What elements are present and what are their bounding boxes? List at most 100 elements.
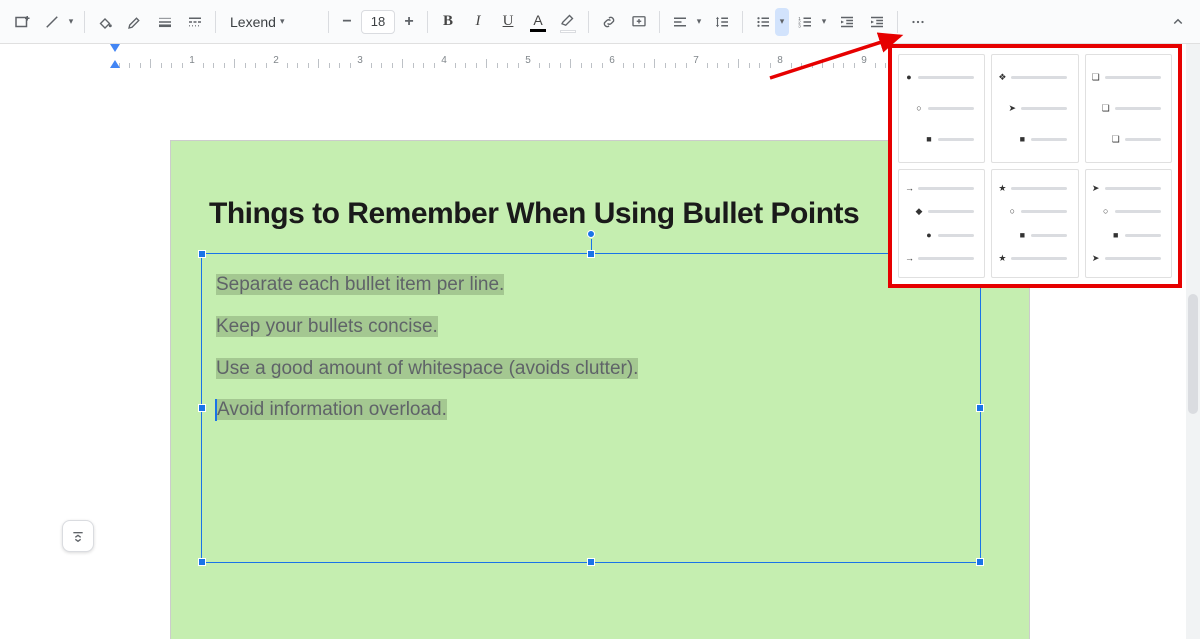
bullet-style-option[interactable]: ❖ ➤ ■ xyxy=(991,54,1078,163)
bullet-style-option[interactable]: ➤ ○ ■ ➤ xyxy=(1085,169,1172,278)
bullet-style-grid: ●○■❖➤■❏❏❏→◆●→★○■★➤○■➤ xyxy=(898,54,1172,278)
ruler-number: 5 xyxy=(525,55,531,66)
border-color-icon[interactable] xyxy=(121,8,149,36)
insert-comment-button[interactable] xyxy=(625,8,653,36)
toolbar: ▾ Lexend ▾ − + B I U A ▾ xyxy=(0,0,1200,44)
bullet-mark-icon: ➤ xyxy=(1092,184,1100,193)
body-text[interactable]: Separate each bullet item per line. Keep… xyxy=(202,254,980,441)
bullet-mark-icon: ➤ xyxy=(1092,254,1100,263)
separator xyxy=(427,11,428,33)
resize-handle-e[interactable] xyxy=(976,404,984,412)
resize-handle-n[interactable] xyxy=(587,250,595,258)
bullet-mark-icon: → xyxy=(905,184,913,193)
insert-link-button[interactable] xyxy=(595,8,623,36)
rotate-handle[interactable] xyxy=(587,230,595,238)
highlight-color-button[interactable] xyxy=(554,8,582,36)
bullet-mark-icon: ○ xyxy=(1102,207,1110,216)
font-family-select[interactable]: Lexend ▾ xyxy=(222,8,322,36)
bullet-mark-icon: ❏ xyxy=(1102,104,1110,113)
bullet-style-option[interactable]: ★○■★ xyxy=(991,169,1078,278)
bullet-mark-icon: ● xyxy=(905,73,913,82)
font-size-group: − + xyxy=(335,8,421,36)
separator xyxy=(84,11,85,33)
ruler-number: 1 xyxy=(189,55,195,66)
chevron-down-icon: ▾ xyxy=(280,16,294,27)
separator xyxy=(659,11,660,33)
ruler-number: 6 xyxy=(609,55,615,66)
border-dash-icon[interactable] xyxy=(181,8,209,36)
decrease-indent-button[interactable] xyxy=(833,8,861,36)
bullet-mark-icon: ➤ xyxy=(1008,104,1016,113)
bullet-mark-icon: ■ xyxy=(925,135,933,144)
bullet-mark-icon: ❖ xyxy=(998,73,1006,82)
line-tool-dropdown[interactable]: ▾ xyxy=(64,8,78,36)
resize-handle-se[interactable] xyxy=(976,558,984,566)
ruler-number: 8 xyxy=(777,55,783,66)
ruler-number: 4 xyxy=(441,55,447,66)
bullet-mark-icon: ★ xyxy=(998,184,1006,193)
app-root: ▾ Lexend ▾ − + B I U A ▾ xyxy=(0,0,1200,639)
font-size-decrease-button[interactable]: − xyxy=(335,8,359,36)
bullet-mark-icon: ● xyxy=(925,231,933,240)
align-button[interactable] xyxy=(666,8,694,36)
line-tool-button[interactable] xyxy=(38,8,66,36)
bullet-mark-icon: ○ xyxy=(915,104,923,113)
bullet-mark-icon: ■ xyxy=(1018,135,1026,144)
separator xyxy=(897,11,898,33)
slide-title[interactable]: Things to Remember When Using Bullet Poi… xyxy=(209,197,859,231)
speaker-notes-toggle[interactable] xyxy=(62,520,94,552)
line-spacing-button[interactable] xyxy=(708,8,736,36)
underline-button[interactable]: U xyxy=(494,8,522,36)
body-line: Avoid information overload. xyxy=(217,399,447,420)
ruler-number: 7 xyxy=(693,55,699,66)
increase-indent-button[interactable] xyxy=(863,8,891,36)
font-family-label: Lexend xyxy=(230,14,276,30)
bulleted-list-button[interactable] xyxy=(749,8,777,36)
bullet-mark-icon: → xyxy=(905,254,913,263)
numbered-list-button[interactable]: 123 xyxy=(791,8,819,36)
bullet-mark-icon: ❏ xyxy=(1092,73,1100,82)
align-dropdown[interactable]: ▾ xyxy=(692,8,706,36)
body-textbox[interactable]: Separate each bullet item per line. Keep… xyxy=(201,253,981,563)
bullet-style-option[interactable]: ❏ ❏ ❏ xyxy=(1085,54,1172,163)
bullet-mark-icon: ❏ xyxy=(1112,135,1120,144)
font-size-input[interactable] xyxy=(361,10,395,34)
bullet-mark-icon: ◆ xyxy=(915,207,923,216)
border-weight-icon[interactable] xyxy=(151,8,179,36)
more-options-button[interactable] xyxy=(904,8,932,36)
separator xyxy=(588,11,589,33)
svg-text:3: 3 xyxy=(798,23,801,28)
bullet-style-option[interactable]: → ◆ ● → xyxy=(898,169,985,278)
italic-button[interactable]: I xyxy=(464,8,492,36)
new-slide-button[interactable] xyxy=(8,8,36,36)
bulleted-list-dropdown[interactable]: ▾ xyxy=(775,8,789,36)
separator xyxy=(328,11,329,33)
vertical-scrollbar[interactable] xyxy=(1186,44,1200,639)
body-line: Use a good amount of whitespace (avoids … xyxy=(216,358,638,379)
bullet-style-dropdown-callout: ●○■❖➤■❏❏❏→◆●→★○■★➤○■➤ xyxy=(888,44,1182,288)
paint-bucket-icon[interactable] xyxy=(91,8,119,36)
bold-button[interactable]: B xyxy=(434,8,462,36)
body-line: Separate each bullet item per line. xyxy=(216,274,504,295)
bullet-mark-icon: ■ xyxy=(1112,231,1120,240)
separator xyxy=(742,11,743,33)
body-line: Keep your bullets concise. xyxy=(216,316,438,337)
resize-handle-s[interactable] xyxy=(587,558,595,566)
first-line-indent-marker[interactable] xyxy=(110,44,120,52)
resize-handle-nw[interactable] xyxy=(198,250,206,258)
bullet-mark-icon: ○ xyxy=(1008,207,1016,216)
ruler-number: 3 xyxy=(357,55,363,66)
separator xyxy=(215,11,216,33)
text-color-button[interactable]: A xyxy=(524,8,552,36)
font-size-increase-button[interactable]: + xyxy=(397,8,421,36)
bullet-style-option[interactable]: ● ○ ■ xyxy=(898,54,985,163)
scrollbar-thumb[interactable] xyxy=(1188,294,1198,414)
resize-handle-sw[interactable] xyxy=(198,558,206,566)
ruler-number: 2 xyxy=(273,55,279,66)
ruler-number: 9 xyxy=(861,55,867,66)
collapse-toolbar-button[interactable] xyxy=(1164,8,1192,36)
bullet-mark-icon: ■ xyxy=(1018,231,1026,240)
resize-handle-w[interactable] xyxy=(198,404,206,412)
numbered-list-dropdown[interactable]: ▾ xyxy=(817,8,831,36)
left-indent-marker[interactable] xyxy=(110,60,120,68)
